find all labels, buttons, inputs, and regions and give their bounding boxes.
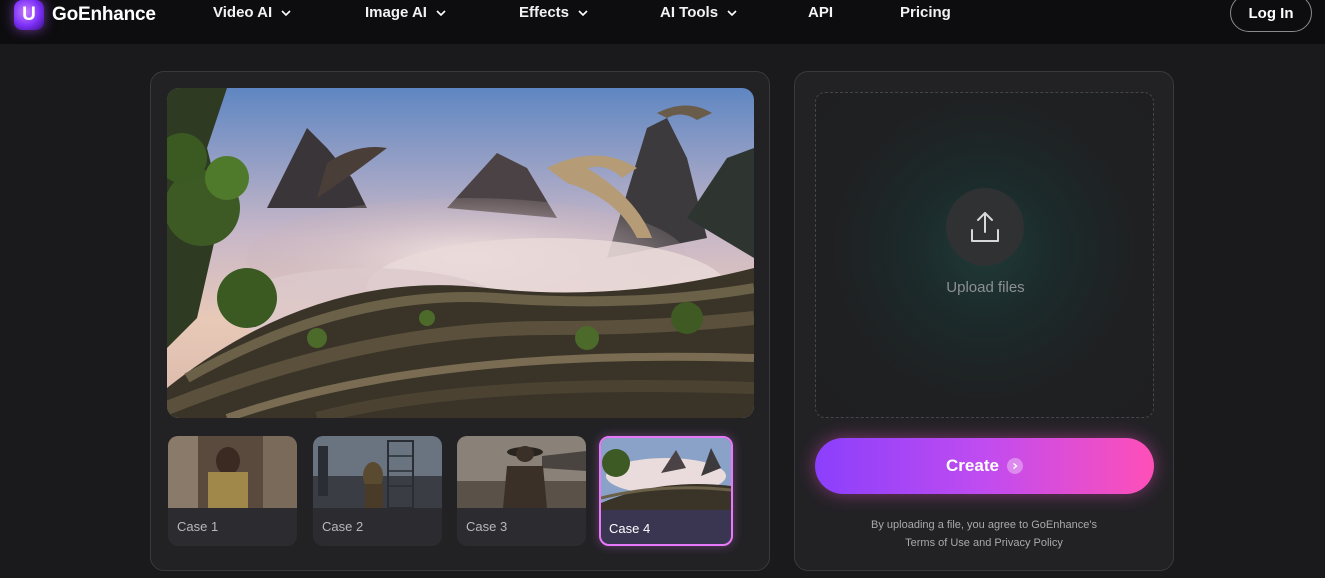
case-selector: Case 1 Case 2 Case 3 Case 4	[168, 436, 734, 546]
nav-effects[interactable]: Effects	[519, 4, 589, 21]
case-label: Case 1	[177, 519, 219, 534]
nav-video-ai[interactable]: Video AI	[213, 4, 292, 21]
create-button[interactable]: Create	[815, 438, 1154, 494]
case-label: Case 3	[466, 519, 508, 534]
case-1-thumbnail	[168, 436, 297, 508]
brand-name: GoEnhance	[52, 4, 156, 25]
nav-pricing[interactable]: Pricing	[900, 4, 951, 21]
create-button-label: Create	[946, 456, 999, 475]
case-3-card[interactable]: Case 3	[457, 436, 586, 546]
preview-panel: Case 1 Case 2 Case 3 Case 4	[150, 71, 770, 571]
upload-button-circle[interactable]	[946, 188, 1024, 266]
terms-notice: By uploading a file, you agree to GoEnha…	[795, 516, 1173, 552]
privacy-policy-link[interactable]: Privacy Policy	[994, 537, 1062, 549]
chevron-down-icon	[281, 9, 291, 16]
nav-item-label: Video AI	[213, 4, 273, 21]
terms-and-text: and	[972, 537, 992, 549]
chevron-down-icon	[727, 9, 737, 16]
chevron-down-icon	[436, 9, 446, 16]
upload-label: Upload files	[946, 279, 1025, 296]
case-2-thumbnail	[313, 436, 442, 508]
case-3-thumbnail	[457, 436, 586, 508]
arrow-right-icon	[1006, 458, 1023, 474]
nav-api[interactable]: API	[808, 4, 833, 21]
preview-image	[167, 88, 754, 418]
case-label: Case 2	[322, 519, 364, 534]
case-4-thumbnail	[601, 438, 731, 510]
nav-item-label: Pricing	[900, 4, 951, 21]
nav-item-label: API	[808, 4, 834, 21]
case-1-card[interactable]: Case 1	[168, 436, 297, 546]
upload-panel: Upload files Create By uploading a file,…	[794, 71, 1174, 571]
top-navbar: U GoEnhance Video AI Image AI Effects AI…	[0, 0, 1325, 44]
terms-line-2: Terms of Use and Privacy Policy	[795, 534, 1173, 552]
chevron-down-icon	[578, 9, 588, 16]
nav-ai-tools[interactable]: AI Tools	[660, 4, 738, 21]
nav-item-label: Image AI	[365, 4, 427, 21]
case-label: Case 4	[609, 521, 651, 536]
brand-logo[interactable]: U GoEnhance	[14, 0, 156, 30]
case-4-card[interactable]: Case 4	[599, 436, 733, 546]
upload-dropzone[interactable]: Upload files	[815, 92, 1154, 418]
nav-item-label: AI Tools	[660, 4, 719, 21]
terms-line-1: By uploading a file, you agree to GoEnha…	[871, 519, 1097, 531]
terms-of-use-link[interactable]: Terms of Use	[905, 537, 970, 549]
login-button[interactable]: Log In	[1230, 0, 1312, 32]
upload-icon	[971, 212, 999, 242]
nav-image-ai[interactable]: Image AI	[365, 4, 447, 21]
nav-item-label: Effects	[519, 4, 570, 21]
logo-mark-icon: U	[14, 0, 44, 30]
case-2-card[interactable]: Case 2	[313, 436, 442, 546]
